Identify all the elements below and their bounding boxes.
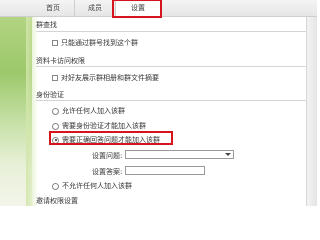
radio-allow-anyone[interactable]: 允许任何人加入该群 xyxy=(52,106,125,116)
decorative-background xyxy=(0,0,38,206)
radio-button[interactable] xyxy=(52,182,59,190)
checkbox[interactable] xyxy=(52,40,58,46)
question-label: 设置问题: xyxy=(92,152,123,160)
chevron-down-icon xyxy=(225,153,231,156)
tab-home[interactable]: 首页 xyxy=(32,0,75,16)
section-title-verification: 身份验证 xyxy=(36,91,64,99)
radio-button[interactable] xyxy=(52,107,59,115)
divider xyxy=(36,66,306,67)
checkbox-label: 对好友展示群相册和群文件摘要 xyxy=(61,74,159,82)
answer-label: 设置答案: xyxy=(92,168,123,176)
section-title-group-search: 群查找 xyxy=(36,21,57,29)
checkbox-row-profile-access[interactable]: 对好友展示群相册和群文件摘要 xyxy=(52,73,159,83)
radio-require-verification[interactable]: 需要身份验证才能加入该群 xyxy=(52,121,146,131)
divider xyxy=(36,100,306,101)
radio-button[interactable] xyxy=(52,122,59,130)
checkbox-row-group-search[interactable]: 只能通过群号找到这个群 xyxy=(52,38,138,48)
answer-input[interactable] xyxy=(125,166,205,175)
right-edge-panel xyxy=(306,17,317,206)
checkbox-label: 只能通过群号找到这个群 xyxy=(61,39,138,47)
question-select[interactable] xyxy=(125,150,234,159)
radio-label: 需要身份验证才能加入该群 xyxy=(62,122,146,130)
section-title-profile-access: 资料卡访问权限 xyxy=(36,57,85,65)
divider xyxy=(36,31,306,32)
checkbox[interactable] xyxy=(52,75,58,81)
selected-option-highlight xyxy=(49,131,173,145)
section-title-invite: 邀请权限设置 xyxy=(36,197,78,205)
radio-label: 不允许任何人加入该群 xyxy=(62,182,132,190)
radio-label: 允许任何人加入该群 xyxy=(62,107,125,115)
radio-allow-nobody[interactable]: 不允许任何人加入该群 xyxy=(52,181,132,191)
tab-members[interactable]: 成员 xyxy=(75,0,116,16)
tab-settings-highlight xyxy=(112,0,162,18)
group-settings-window: 首页 成员 设置 群查找 只能通过群号找到这个群 资料卡访问权限 对好友展示群相… xyxy=(0,0,317,206)
